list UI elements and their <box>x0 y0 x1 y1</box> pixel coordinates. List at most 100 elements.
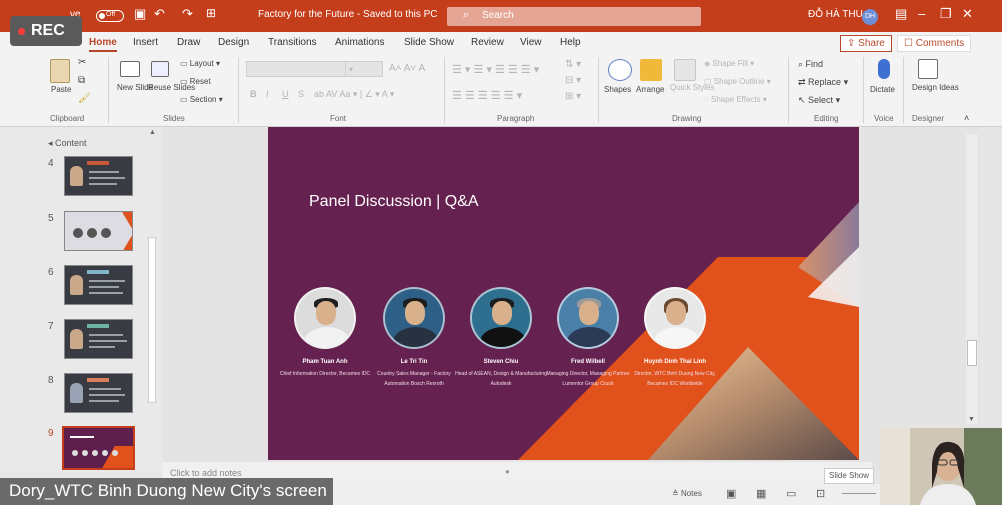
designer-group-label: Designer <box>912 114 945 123</box>
slide-thumbnail-7[interactable] <box>64 319 133 359</box>
panelist-role: Director, WTC Binh Duong New City, Becam… <box>634 371 716 387</box>
strikethrough-button[interactable]: S <box>298 89 304 99</box>
slide-show-button[interactable]: Slide Show <box>824 468 874 484</box>
layout-button[interactable]: ▭ Layout ▾ <box>180 59 220 68</box>
find-button[interactable]: ⌕ Find <box>798 59 823 70</box>
normal-view-icon[interactable]: ▣ <box>726 487 736 500</box>
tab-home[interactable]: Home <box>89 37 117 52</box>
align-icon[interactable]: ☰ ☰ ☰ ☰ ☰ ▾ <box>452 89 522 102</box>
panelist-name: Steven Chiu <box>483 359 519 365</box>
arrange-icon[interactable] <box>640 59 662 81</box>
slideshow-view-icon[interactable]: ⊡ <box>816 487 825 500</box>
scroll-down-icon[interactable]: ▼ <box>968 416 975 423</box>
shape-effects-button[interactable]: ◌ Shape Effects ▾ <box>704 95 767 104</box>
font-size-box[interactable]: ▾ <box>345 61 383 77</box>
shape-effects-label: Shape Effects <box>710 95 761 104</box>
dictate-button[interactable]: Dictate <box>870 85 895 94</box>
slide-thumbnail-8[interactable] <box>64 373 133 413</box>
reuse-slides-icon[interactable] <box>151 61 169 77</box>
user-name[interactable]: ĐỖ HÀ THU <box>808 9 863 20</box>
reset-button[interactable]: ▭ Reset <box>180 77 211 86</box>
thumbnail-text-line <box>89 183 117 185</box>
slide-thumbnail-4[interactable] <box>64 156 133 196</box>
arrange-button[interactable]: Arrange <box>636 85 664 94</box>
close-icon[interactable]: ✕ <box>962 6 973 22</box>
tab-animations[interactable]: Animations <box>335 37 384 48</box>
paste-icon[interactable] <box>50 59 70 83</box>
panelist-photo <box>470 287 532 349</box>
reuse-slides-button[interactable]: Reuse Slides <box>148 83 195 93</box>
section-button[interactable]: ▭ Section ▾ <box>180 95 223 104</box>
panelist-role: Country Sales Manager - Factory Automati… <box>377 371 451 387</box>
slide-thumbnail-9[interactable] <box>62 426 135 470</box>
divider <box>598 57 599 123</box>
vertical-scrollbar[interactable] <box>966 134 978 424</box>
restore-icon[interactable]: ❐ <box>940 6 952 22</box>
font-tools-icon[interactable]: ab AV Aa ▾ | ∠ ▾ A ▾ <box>314 89 394 100</box>
zoom-slider[interactable] <box>842 493 876 494</box>
thumbnail-photo <box>70 329 83 349</box>
thumbnail-photo <box>70 383 83 403</box>
new-slide-button[interactable]: New Slide <box>117 83 153 93</box>
scrollbar-thumb[interactable] <box>967 340 977 366</box>
new-slide-icon[interactable] <box>120 61 140 77</box>
cut-icon[interactable]: ✂ <box>78 57 86 68</box>
shape-outline-button[interactable]: ▢ Shape Outline ▾ <box>704 77 771 86</box>
current-slide[interactable]: Panel Discussion | Q&A Pham Tuan Anh Chi… <box>268 127 859 460</box>
slide-thumbnail-5[interactable] <box>64 211 133 251</box>
microphone-icon[interactable] <box>878 59 890 79</box>
shapes-icon[interactable] <box>608 59 632 81</box>
document-title[interactable]: Factory for the Future - Saved to this P… <box>258 9 438 20</box>
search-box[interactable]: Search <box>447 7 701 26</box>
undo-icon[interactable]: ↶ <box>154 6 165 22</box>
share-button[interactable]: ⇪ Share <box>840 35 892 52</box>
tab-draw[interactable]: Draw <box>177 37 200 48</box>
collapse-ribbon-icon[interactable]: ˄ <box>964 113 969 123</box>
shape-fill-button[interactable]: ◈ Shape Fill ▾ <box>704 59 754 68</box>
format-painter-icon[interactable]: 🖌 <box>78 93 91 104</box>
drag-handle-icon[interactable]: ● <box>505 467 510 476</box>
slide-sorter-icon[interactable]: ▦ <box>756 487 766 500</box>
notes-button[interactable]: ≙ Notes <box>672 489 702 498</box>
quick-styles-icon[interactable] <box>674 59 696 81</box>
thumbnail-text-line <box>89 346 115 348</box>
ribbon-display-icon[interactable]: ▤ <box>895 6 907 22</box>
tab-design[interactable]: Design <box>218 37 249 48</box>
tab-view[interactable]: View <box>520 37 542 48</box>
text-direction-icon[interactable]: ⇅ ▾ <box>565 59 581 70</box>
notes-placeholder[interactable]: Click to add notes <box>170 468 242 478</box>
smartart-icon[interactable]: ⊞ ▾ <box>565 91 581 102</box>
design-ideas-button[interactable]: Design Ideas <box>912 83 959 93</box>
select-button[interactable]: ↖ Select ▾ <box>798 95 840 106</box>
align-text-icon[interactable]: ⊟ ▾ <box>565 75 581 86</box>
copy-icon[interactable]: ⧉ <box>78 75 85 86</box>
replace-button[interactable]: ⇄ Replace ▾ <box>798 77 848 88</box>
tab-review[interactable]: Review <box>471 37 504 48</box>
bullets-icon[interactable]: ☰ ▾ ☰ ▾ ☰ ☰ ☰ ▾ <box>452 63 539 76</box>
tab-insert[interactable]: Insert <box>133 37 158 48</box>
presentation-icon[interactable]: ⊞ <box>206 6 216 20</box>
reading-view-icon[interactable]: ▭ <box>786 487 796 500</box>
comments-button[interactable]: ☐ Comments <box>897 35 972 52</box>
thumbnail-photo <box>92 450 98 456</box>
italic-button[interactable]: I <box>266 89 269 99</box>
record-dot-icon <box>18 27 25 35</box>
avatar[interactable]: DH <box>862 9 878 25</box>
grow-font-icon[interactable]: A˄ A˅ A <box>389 63 425 74</box>
thumbnail-scrollbar[interactable] <box>148 237 156 403</box>
tab-help[interactable]: Help <box>560 37 581 48</box>
save-icon[interactable]: ▣ <box>134 6 146 22</box>
design-ideas-icon[interactable] <box>918 59 938 79</box>
slide-thumbnail-6[interactable] <box>64 265 133 305</box>
shapes-button[interactable]: Shapes <box>604 85 631 94</box>
redo-icon[interactable]: ↷ <box>182 6 193 22</box>
quick-styles-button[interactable]: Quick Styles <box>670 83 714 93</box>
bold-button[interactable]: B <box>250 89 257 99</box>
scroll-up-icon[interactable]: ▲ <box>149 129 156 136</box>
minimize-icon[interactable]: – <box>918 6 925 21</box>
tab-transitions[interactable]: Transitions <box>268 37 317 48</box>
thumbnail-photo <box>112 450 118 456</box>
section-header[interactable]: ◂ Content <box>48 138 87 149</box>
underline-button[interactable]: U <box>282 89 289 99</box>
tab-slide-show[interactable]: Slide Show <box>404 37 454 48</box>
